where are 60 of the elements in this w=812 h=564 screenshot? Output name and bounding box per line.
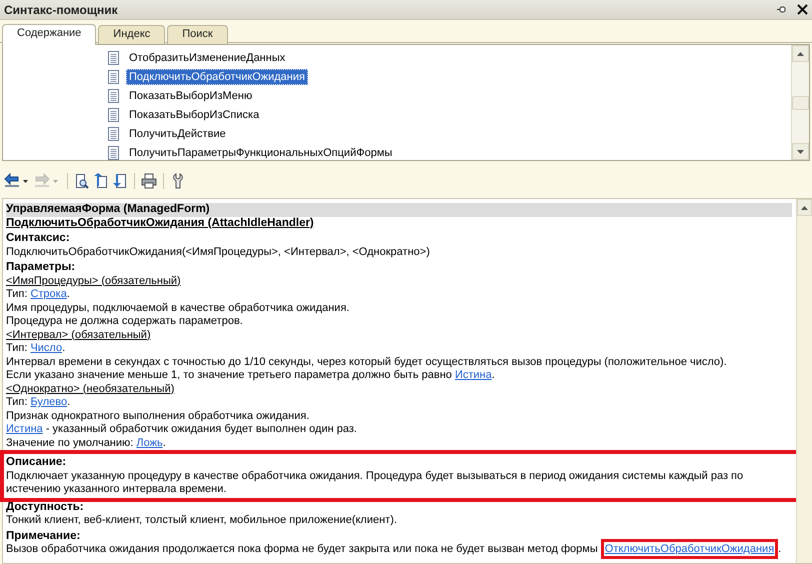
section-heading: Доступность:	[6, 500, 85, 514]
down-arrow-icon[interactable]	[797, 150, 804, 154]
link[interactable]: Строка	[30, 288, 67, 300]
tree-item[interactable]: ПоказатьВыборИзСписка	[126, 106, 262, 122]
parameter-name: <Однократно> (необязательный)	[6, 382, 176, 396]
text-line: Если указано значение меньше 1, то значение третьего параметра должно быть равно Истина.	[6, 369, 496, 382]
document-icon	[108, 108, 119, 122]
link[interactable]: Истина	[6, 423, 43, 435]
page-header: УправляемаяФорма (ManagedForm)	[6, 203, 792, 216]
text-line: Тип: Строка.	[6, 288, 71, 302]
back-arrow-icon[interactable]	[4, 173, 20, 189]
tree-item[interactable]: ПоказатьВыборИзМеню	[126, 88, 256, 104]
scrollbar[interactable]	[791, 45, 809, 160]
section-heading: Примечание:	[6, 530, 82, 543]
printer-icon[interactable]	[141, 173, 157, 189]
link[interactable]: Ложь	[136, 436, 163, 448]
scroll-thumb[interactable]	[792, 96, 809, 110]
tab[interactable]: Содержание	[2, 24, 96, 45]
text-line: Имя процедуры, подключаемой в качестве обработчика ожидания.	[6, 302, 350, 315]
link[interactable]: ОтключитьОбработчикОжидания	[600, 539, 778, 559]
link[interactable]: Истина	[454, 369, 492, 381]
link[interactable]: Булево	[30, 396, 68, 408]
text-line: Тонкий клиент, веб-клиент, толстый клиент, мобильное приложение(клиент).	[6, 514, 398, 528]
parameter-name: <ИмяПроцедуры> (обязательный)	[6, 274, 182, 288]
text-line: Тип: Булево.	[6, 396, 72, 410]
section-heading: Описание:	[6, 456, 68, 470]
text-line: ПодключитьОбработчикОжидания(<ИмяПроцедуры>, <Интервал>, <Однократно>)	[6, 246, 431, 259]
link[interactable]: Число	[30, 342, 62, 354]
document-up-arrow-icon[interactable]	[93, 173, 109, 189]
document-search-icon[interactable]	[74, 173, 90, 189]
document-icon	[108, 126, 119, 140]
up-arrow-icon[interactable]	[801, 206, 808, 210]
tab[interactable]: Индекс	[98, 25, 166, 44]
close-icon[interactable]	[797, 4, 808, 15]
text-line: Истина - указанный обработчик ожидания будет выполнен один раз.	[6, 423, 358, 436]
tree-item[interactable]: ПодключитьОбработчикОжидания	[126, 68, 308, 84]
document-icon	[108, 70, 119, 84]
pin-icon[interactable]	[777, 6, 787, 14]
tree-item[interactable]: ПолучитьПараметрыФункциональныхОпцийФормы	[126, 144, 396, 160]
text-line: Значение по умолчанию: Ложь.	[6, 436, 167, 450]
dropdown-caret-icon[interactable]	[23, 180, 28, 182]
parameter-name: <Интервал> (обязательный)	[6, 328, 152, 342]
tab[interactable]: Поиск	[167, 25, 228, 44]
section-heading: Синтаксис:	[6, 232, 71, 246]
section-heading: Параметры:	[6, 261, 76, 274]
document-icon	[108, 88, 119, 102]
document-down-arrow-icon[interactable]	[112, 173, 128, 189]
text-line: Признак однократного выполнения обработчика ожидания.	[6, 410, 310, 423]
scrollbar[interactable]	[796, 199, 812, 563]
text-line: Подключает указанную процедуру в качестве обработчика ожидания. Процедура будет вызываться в период ожидания системы каждый раз по истечению указанного интервала времени.	[6, 470, 744, 496]
text-line: Интервал времени в секундах с точностью до 1/10 секунды, через который будет осуществляться вызов процедуры (положительное число).	[6, 356, 728, 369]
topic-title: ПодключитьОбработчикОжидания (AttachIdleHandler)	[6, 216, 315, 230]
wrench-icon[interactable]	[170, 173, 186, 189]
text-line: Тип: Число.	[6, 342, 66, 356]
up-arrow-icon[interactable]	[797, 52, 804, 56]
window-title: Синтакс-помощник	[4, 2, 118, 16]
tree-item[interactable]: ПолучитьДействие	[126, 126, 229, 142]
document-icon	[108, 50, 119, 64]
tree-item[interactable]: ОтобразитьИзменениеДанных	[126, 50, 288, 66]
text-line: Процедура не должна содержать параметров.	[6, 315, 244, 328]
